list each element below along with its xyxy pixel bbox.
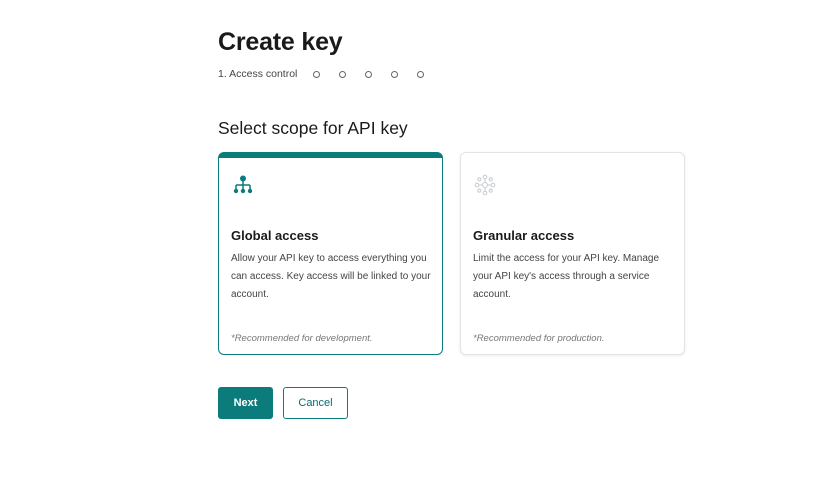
granular-access-card[interactable]: Granular access Limit the access for you… (460, 152, 685, 355)
granular-network-icon (474, 174, 496, 196)
step-dot-3 (339, 70, 347, 78)
granular-access-note: *Recommended for production. (473, 333, 605, 344)
cancel-button[interactable]: Cancel (283, 387, 348, 419)
global-access-description: Allow your API key to access everything … (231, 253, 431, 300)
step-current-label: 1. Access control (218, 68, 298, 80)
granular-access-description: Limit the access for your API key. Manag… (473, 253, 660, 300)
stepper: 1. Access control (218, 67, 443, 81)
page-title: Create key (218, 28, 343, 56)
step-dot-2 (313, 70, 321, 78)
next-button[interactable]: Next (218, 387, 273, 419)
hierarchy-icon (232, 174, 254, 196)
global-access-title: Global access (231, 228, 319, 243)
create-key-page: Create key 1. Access control Select scop… (0, 0, 840, 486)
granular-access-title: Granular access (473, 228, 575, 243)
global-access-card[interactable]: Global access Allow your API key to acce… (218, 152, 443, 355)
step-dot-5 (391, 70, 399, 78)
global-access-note: *Recommended for development. (231, 333, 373, 344)
step-dot-6 (417, 70, 425, 78)
section-title: Select scope for API key (218, 118, 408, 138)
step-dot-4 (365, 70, 373, 78)
